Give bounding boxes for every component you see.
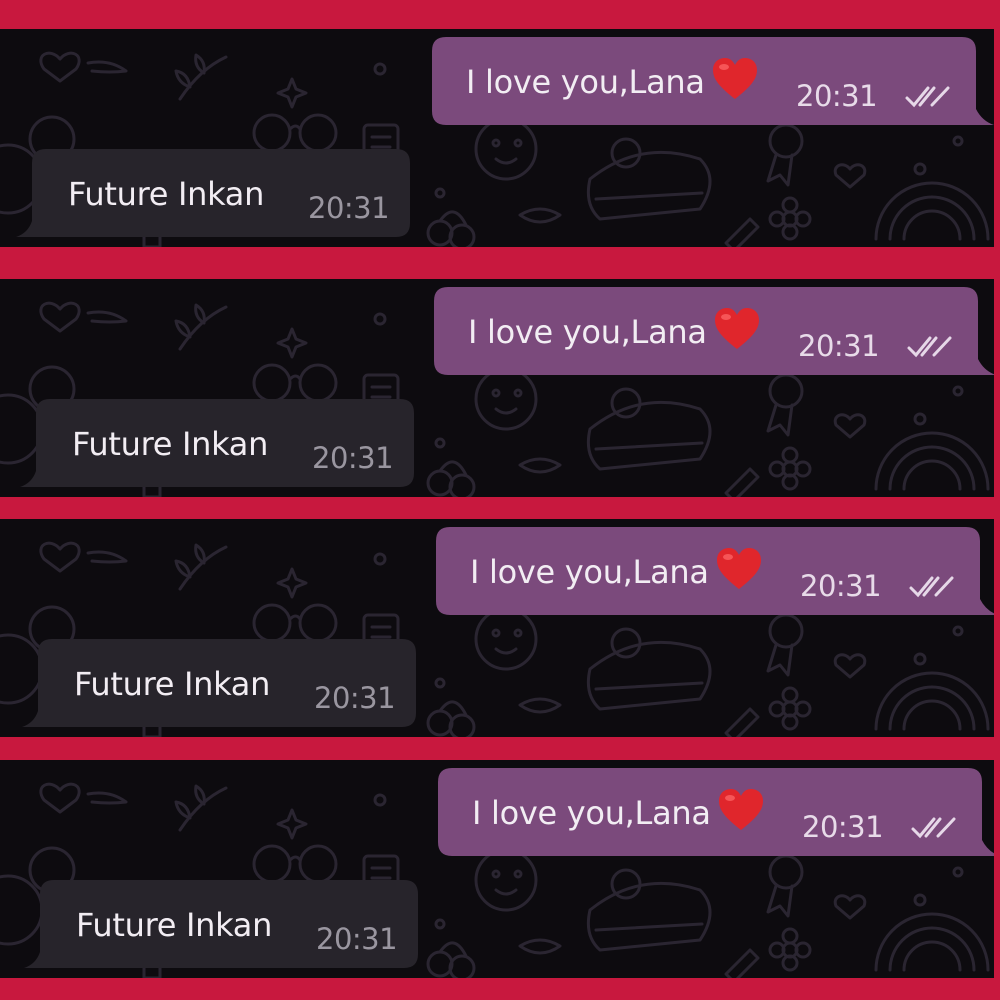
double-check-icon	[907, 336, 952, 357]
heart-emoji	[717, 548, 761, 589]
chat-screenshot-panel: I love you,Lana 20:31 Future Inkan 20:31	[0, 279, 994, 497]
message-text: Future Inkan	[72, 425, 269, 463]
message-text: I love you,Lana	[468, 313, 707, 351]
double-check-icon	[905, 86, 950, 107]
message-text: Future Inkan	[76, 906, 273, 944]
outgoing-message-bubble[interactable]: I love you,Lana 20:31	[434, 287, 994, 375]
outgoing-message-bubble[interactable]: I love you,Lana 20:31	[438, 768, 994, 856]
message-text: I love you,Lana	[472, 794, 711, 832]
message-timestamp: 20:31	[798, 329, 880, 363]
message-timestamp: 20:31	[796, 79, 878, 113]
outgoing-message-bubble[interactable]: I love you,Lana 20:31	[432, 37, 994, 125]
incoming-message-bubble[interactable]: Future Inkan 20:31	[24, 880, 434, 968]
chat-screenshot-panel: I love you,Lana 20:31 Future Inkan 20:31	[0, 519, 994, 737]
message-text: Future Inkan	[74, 665, 271, 703]
incoming-message-bubble[interactable]: Future Inkan 20:31	[20, 399, 430, 487]
incoming-message-bubble[interactable]: Future Inkan 20:31	[16, 149, 426, 237]
double-check-icon	[911, 817, 956, 838]
message-timestamp: 20:31	[802, 810, 884, 844]
message-timestamp: 20:31	[314, 681, 396, 715]
heart-emoji	[719, 789, 763, 830]
message-text: Future Inkan	[68, 175, 265, 213]
double-check-icon	[909, 576, 954, 597]
heart-emoji	[713, 58, 757, 99]
incoming-message-bubble[interactable]: Future Inkan 20:31	[22, 639, 432, 727]
message-text: I love you,Lana	[470, 553, 709, 591]
chat-screenshot-panel: I love you,Lana 20:31 Future Inkan 20:31	[0, 29, 994, 247]
heart-emoji	[715, 308, 759, 349]
message-timestamp: 20:31	[800, 569, 882, 603]
outgoing-message-bubble[interactable]: I love you,Lana 20:31	[436, 527, 994, 615]
message-text: I love you,Lana	[466, 63, 705, 101]
message-timestamp: 20:31	[312, 441, 394, 475]
message-timestamp: 20:31	[308, 191, 390, 225]
message-timestamp: 20:31	[316, 922, 398, 956]
chat-screenshot-panel: I love you,Lana 20:31 Future Inkan 20:31	[0, 760, 994, 978]
